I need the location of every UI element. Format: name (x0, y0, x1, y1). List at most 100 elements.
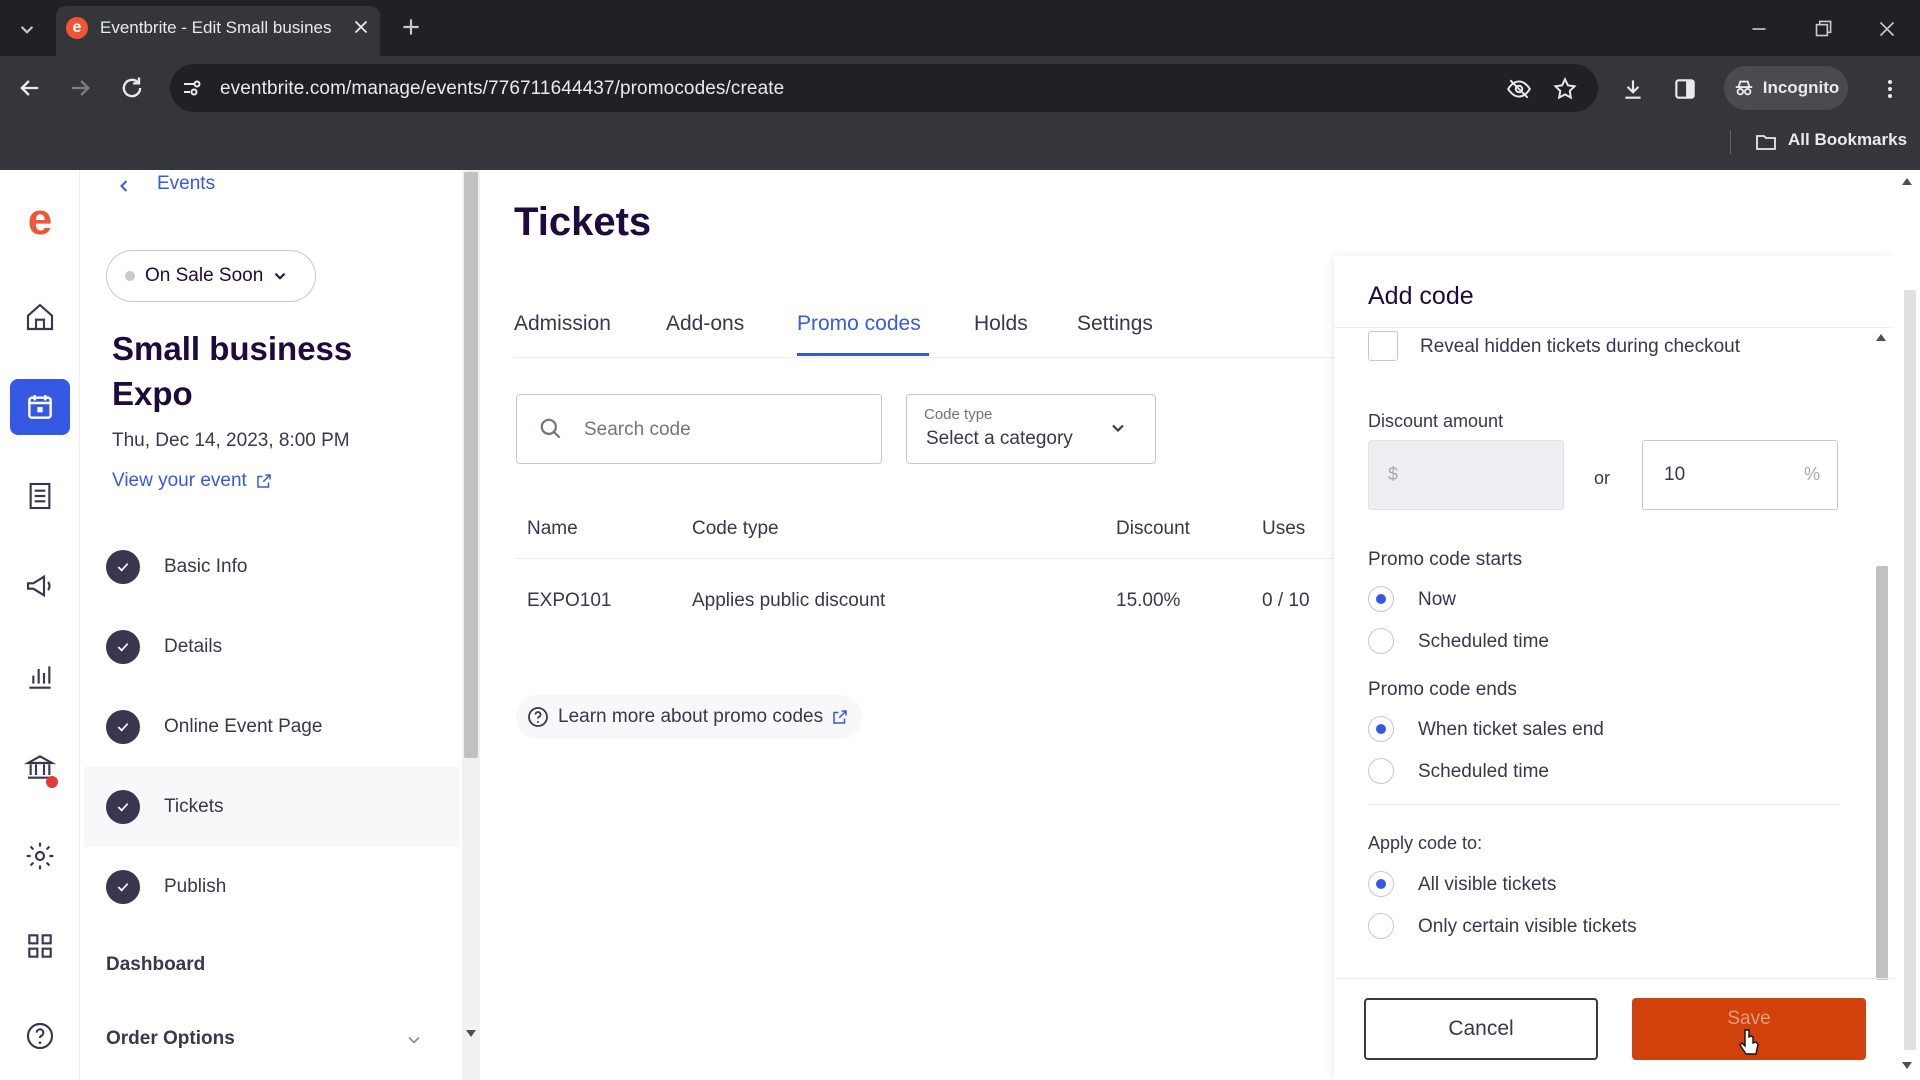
browser-menu-icon[interactable] (1878, 76, 1902, 102)
page-scrollbar-thumb[interactable] (1904, 290, 1916, 1050)
search-code-input[interactable] (584, 416, 864, 444)
panel-scrollbar-thumb[interactable] (1876, 566, 1888, 980)
starts-now-radio[interactable] (1368, 586, 1394, 612)
dashboard-link[interactable]: Dashboard (106, 954, 205, 976)
page-scroll-up-icon[interactable] (1902, 178, 1912, 185)
status-dot (125, 271, 135, 281)
chevron-down-icon (275, 273, 286, 280)
ends-when-sales-end-label[interactable]: When ticket sales end (1418, 719, 1604, 741)
eventbrite-logo-icon[interactable]: e (20, 198, 60, 242)
chevron-down-icon (1108, 418, 1128, 438)
minimize-icon[interactable] (1746, 16, 1772, 42)
event-title: Small business Expo (112, 326, 352, 416)
column-header-discount[interactable]: Discount (1116, 518, 1190, 540)
apps-grid-icon[interactable] (20, 926, 60, 966)
home-icon[interactable] (20, 297, 60, 337)
incognito-icon (1735, 80, 1752, 96)
chevron-down-icon[interactable] (404, 1030, 424, 1050)
step-label: Publish (164, 876, 227, 897)
apply-certain-visible-radio[interactable] (1368, 913, 1394, 939)
row-code-name: EXPO101 (527, 590, 612, 611)
row-code-type: Applies public discount (692, 590, 886, 611)
external-link-icon (833, 710, 847, 724)
table-row[interactable] (514, 565, 1334, 637)
step-details[interactable]: Details (106, 615, 456, 679)
all-bookmarks-label[interactable]: All Bookmarks (1788, 130, 1907, 150)
promo-ends-label: Promo code ends (1368, 679, 1517, 700)
side-panel-icon[interactable] (1672, 76, 1698, 102)
learn-more-label: Learn more about promo codes (558, 706, 824, 727)
step-tickets[interactable]: Tickets (106, 775, 456, 839)
forward-icon[interactable] (66, 74, 94, 102)
step-online-event-page[interactable]: Online Event Page (106, 695, 456, 759)
marketing-megaphone-icon[interactable] (20, 566, 60, 606)
tab-search-icon[interactable] (14, 16, 40, 42)
ends-scheduled-label[interactable]: Scheduled time (1418, 761, 1549, 783)
percent-symbol: % (1804, 464, 1821, 484)
column-header-name[interactable]: Name (527, 518, 578, 540)
active-tab-underline (797, 353, 929, 356)
code-type-value: Select a category (926, 428, 1073, 449)
download-icon[interactable] (1620, 76, 1646, 102)
close-window-icon[interactable] (1874, 16, 1900, 42)
row-discount: 15.00% (1116, 590, 1181, 611)
back-icon[interactable] (16, 74, 44, 102)
tab-holds[interactable]: Holds (974, 312, 1028, 336)
tab-settings[interactable]: Settings (1077, 312, 1153, 336)
step-publish[interactable]: Publish (106, 855, 456, 919)
event-date: Thu, Dec 14, 2023, 8:00 PM (112, 430, 350, 451)
apply-all-visible-label[interactable]: All visible tickets (1418, 874, 1556, 896)
check-icon (106, 710, 140, 744)
ends-when-sales-end-radio[interactable] (1368, 716, 1394, 742)
incognito-badge[interactable]: Incognito (1724, 66, 1848, 110)
tab-admission[interactable]: Admission (514, 312, 611, 336)
calendar-icon[interactable] (20, 387, 60, 427)
ends-scheduled-radio[interactable] (1368, 758, 1394, 784)
url-text[interactable]: eventbrite.com/manage/events/77671164443… (220, 78, 784, 100)
starts-scheduled-label[interactable]: Scheduled time (1418, 631, 1549, 653)
close-tab-icon[interactable] (350, 16, 372, 38)
check-icon (106, 870, 140, 904)
eye-off-icon[interactable] (1506, 76, 1532, 102)
page-scroll-down-icon[interactable] (1902, 1062, 1912, 1069)
learn-more-promo-link[interactable]: Learn more about promo codes (516, 695, 862, 739)
check-icon (106, 630, 140, 664)
column-header-code-type[interactable]: Code type (692, 518, 779, 540)
reveal-hidden-checkbox[interactable] (1368, 331, 1398, 361)
tab-promo-codes[interactable]: Promo codes (797, 312, 921, 336)
help-icon[interactable] (20, 1016, 60, 1056)
restore-icon[interactable] (1810, 16, 1836, 42)
back-to-events-link[interactable]: Events (157, 173, 215, 195)
sidebar-scrollbar-thumb[interactable] (464, 172, 478, 758)
order-options-link[interactable]: Order Options (106, 1028, 235, 1050)
event-title-line-2: Expo (112, 375, 193, 412)
or-label: or (1594, 468, 1611, 488)
column-header-uses[interactable]: Uses (1262, 518, 1305, 540)
site-info-icon[interactable] (180, 76, 204, 100)
bookmark-star-icon[interactable] (1552, 76, 1578, 102)
settings-gear-icon[interactable] (20, 836, 60, 876)
discount-amount-label: Discount amount (1368, 411, 1504, 431)
panel-scroll-up-icon[interactable] (1876, 334, 1886, 341)
chevron-left-icon[interactable] (114, 174, 134, 198)
starts-scheduled-radio[interactable] (1368, 628, 1394, 654)
apply-certain-visible-label[interactable]: Only certain visible tickets (1418, 916, 1637, 938)
step-label: Basic Info (164, 556, 248, 577)
scroll-down-arrow-icon[interactable] (466, 1030, 476, 1037)
step-basic-info[interactable]: Basic Info (106, 535, 456, 599)
apply-all-visible-radio[interactable] (1368, 871, 1394, 897)
cancel-button[interactable]: Cancel (1364, 998, 1598, 1060)
table-header-divider (514, 558, 1334, 559)
orders-icon[interactable] (20, 476, 60, 516)
folder-icon[interactable] (1754, 130, 1778, 154)
row-uses: 0 / 10 (1262, 590, 1310, 611)
event-status-dropdown[interactable]: On Sale Soon (106, 250, 316, 302)
new-tab-icon[interactable] (398, 14, 424, 40)
add-code-panel (1334, 256, 1894, 1080)
starts-now-label[interactable]: Now (1418, 589, 1456, 611)
reload-icon[interactable] (118, 74, 146, 102)
reports-chart-icon[interactable] (20, 657, 60, 697)
tab-add-ons[interactable]: Add-ons (666, 312, 744, 336)
view-event-link[interactable]: View your event (112, 470, 273, 492)
promo-starts-label: Promo code starts (1368, 549, 1523, 570)
